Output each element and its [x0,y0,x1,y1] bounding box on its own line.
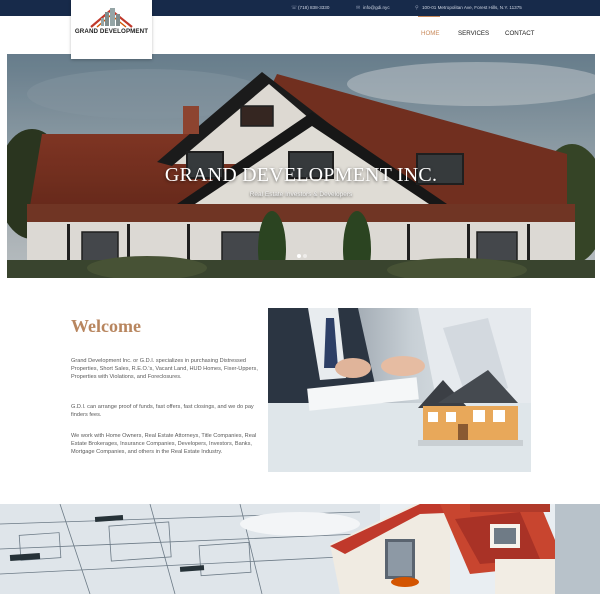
nav-contact-link[interactable]: CONTACT [505,30,534,37]
blueprint-house-photo [0,504,600,594]
nav-active-indicator [418,16,440,17]
nav-services-link[interactable]: SERVICES [458,30,489,37]
phone-icon: ☏ [291,5,298,11]
welcome-paragraph-3: We work with Home Owners, Real Estate At… [71,433,257,456]
logo-mark-icon [90,8,133,28]
welcome-image [268,308,531,472]
envelope-icon: ✉ [356,5,361,11]
site-logo[interactable]: GRAND DEVELOPMENT [71,0,152,59]
top-phone[interactable]: ☏(718) 838-3330 [291,4,329,12]
phone-number[interactable]: (718) 838-3330 [298,5,329,10]
hero-subtitle: Real Estate Investors & Developers [249,191,353,198]
hero-slider[interactable]: GRAND DEVELOPMENT INC. Real Estate Inves… [7,54,595,278]
welcome-paragraph-1: Grand Development Inc. or G.D.I. special… [71,358,258,381]
blueprint-banner-image [0,504,600,594]
welcome-paragraph-2: G.D.I. can arrange proof of funds, fast … [71,404,254,419]
map-pin-icon: ⚲ [415,5,419,11]
logo-text: GRAND DEVELOPMENT [74,28,149,35]
hero-title: GRAND DEVELOPMENT INC. [164,164,438,186]
slider-dot-2[interactable] [303,254,307,258]
email-address[interactable]: info@gdi.nyc [363,5,390,10]
top-address: ⚲ 100-01 Metropolitan Ave, Forest Hills, … [415,4,522,12]
slider-dot-1[interactable] [297,254,301,258]
welcome-heading: Welcome [71,316,141,336]
address-text: 100-01 Metropolitan Ave, Forest Hills, N… [422,5,522,10]
top-email[interactable]: ✉ info@gdi.nyc [356,4,390,12]
business-meeting-photo [268,308,531,472]
nav-home-link[interactable]: HOME [421,30,440,37]
